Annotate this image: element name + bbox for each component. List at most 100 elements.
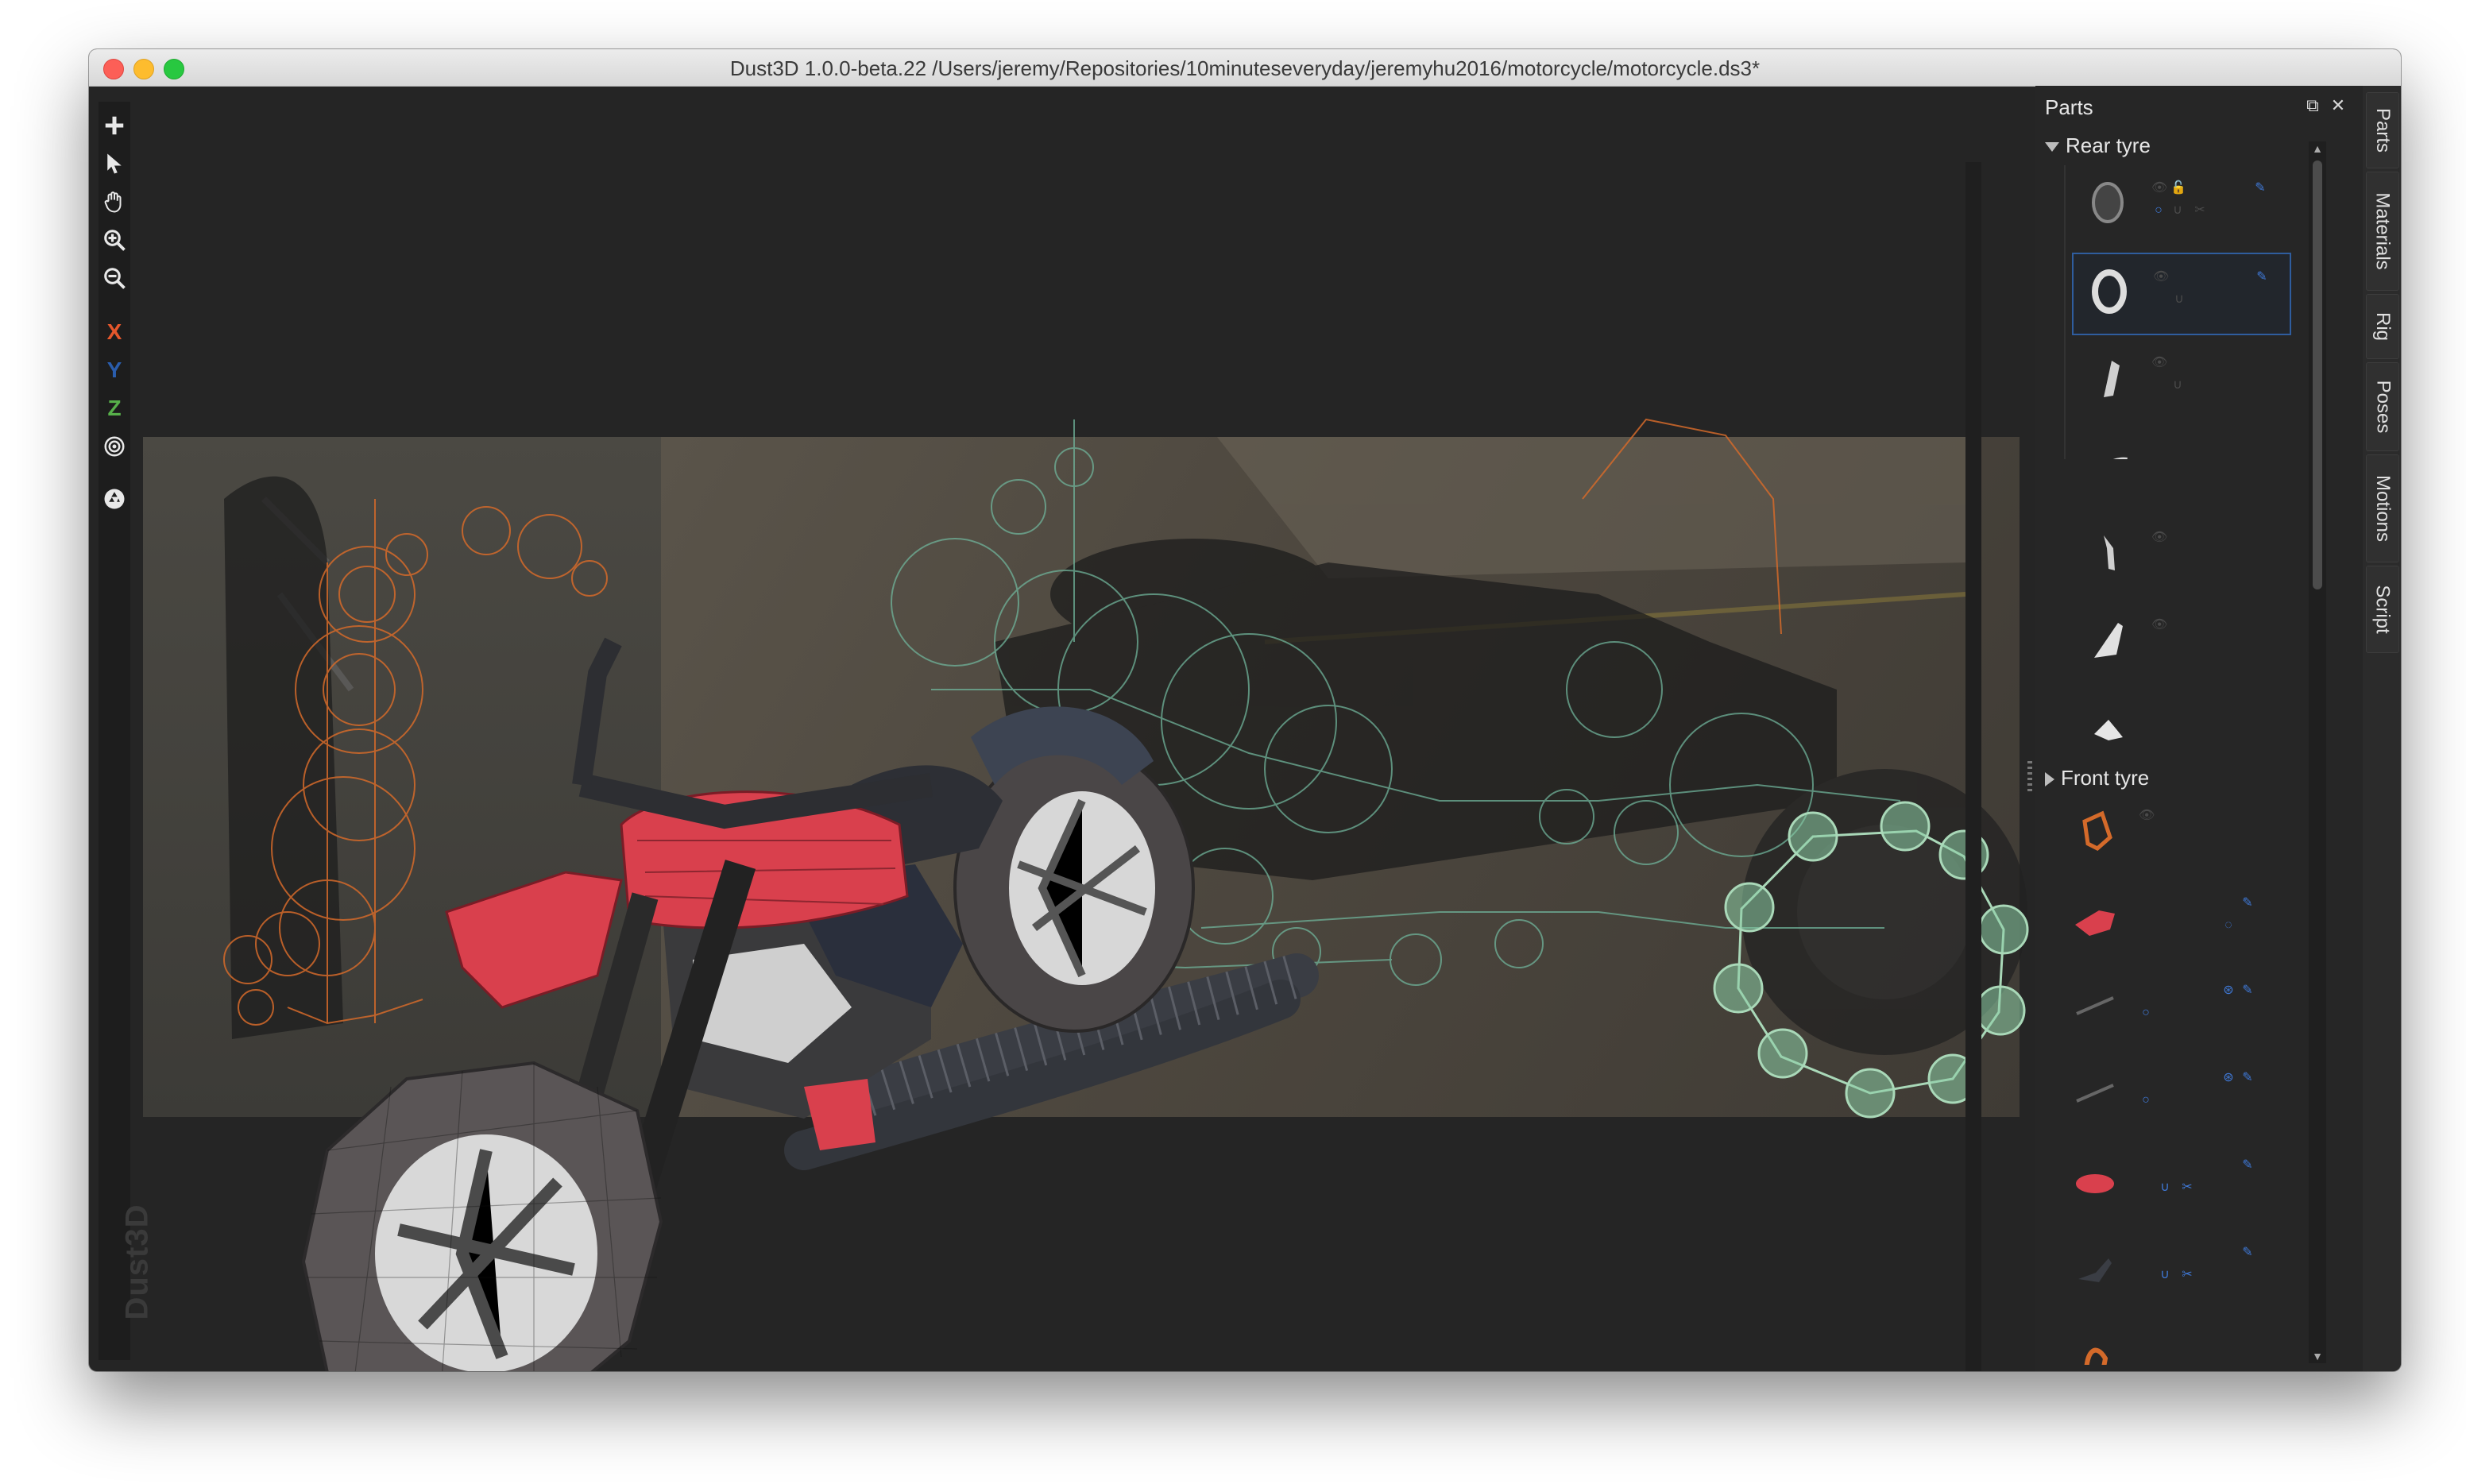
mirror-icon[interactable]: ∪ bbox=[2172, 292, 2186, 307]
part-thumbnail bbox=[2104, 535, 2115, 570]
app-watermark: Dust3D bbox=[119, 1204, 155, 1320]
part-row[interactable]: ✎ ◌ bbox=[2059, 880, 2275, 960]
rounded-icon[interactable]: ○ bbox=[2139, 1006, 2153, 1020]
parts-scrollbar[interactable] bbox=[1965, 162, 1981, 1371]
color-pen-icon[interactable]: ✎ bbox=[2240, 984, 2255, 998]
z-axis-toggle[interactable]: Z bbox=[100, 394, 129, 423]
part-option-icons: 👁 bbox=[2151, 531, 2286, 578]
part-row[interactable]: 👁 bbox=[2072, 515, 2288, 594]
part-thumbnail bbox=[2076, 1174, 2114, 1193]
part-row[interactable] bbox=[2072, 690, 2288, 769]
part-row[interactable]: ✎ ∪ ✂ bbox=[2059, 1230, 2275, 1309]
part-thumbnail bbox=[2075, 910, 2115, 936]
subdivide-icon[interactable]: ✂ bbox=[2193, 203, 2207, 218]
visibility-icon[interactable]: 👁 bbox=[2151, 618, 2167, 632]
part-thumbnail bbox=[2092, 269, 2127, 314]
color-pen-icon[interactable]: ✎ bbox=[2240, 896, 2255, 910]
part-thumbnail bbox=[2076, 1084, 2114, 1103]
rounded-icon[interactable]: ◌ bbox=[2221, 918, 2236, 933]
mirror-icon[interactable]: ∪ bbox=[2170, 203, 2185, 218]
panel-title: Parts bbox=[2045, 95, 2093, 119]
expand-arrow-icon[interactable] bbox=[2045, 142, 2059, 153]
part-option-icons: 👁 🔓 ✎ ○ ∪ ✂ bbox=[2151, 181, 2286, 229]
select-icon[interactable] bbox=[100, 149, 129, 178]
x-axis-toggle[interactable]: X bbox=[100, 318, 129, 346]
3d-viewport[interactable] bbox=[89, 86, 2035, 1371]
recycle-icon[interactable] bbox=[100, 485, 129, 513]
part-thumbnail bbox=[2104, 361, 2120, 397]
collapse-arrow-icon[interactable] bbox=[2045, 772, 2054, 787]
motorcycle-model[interactable] bbox=[89, 86, 2035, 1371]
part-row[interactable]: 👁 ∪ bbox=[2072, 340, 2288, 419]
part-thumbnail bbox=[2094, 720, 2123, 740]
visibility-icon[interactable]: 👁 bbox=[2151, 181, 2167, 195]
mirror-icon[interactable]: ∪ bbox=[2158, 1181, 2172, 1195]
part-option-icons: ✎ ◌ bbox=[2139, 896, 2274, 944]
tab-poses[interactable]: Poses bbox=[2366, 362, 2399, 451]
panel-splitter-handle[interactable] bbox=[2027, 761, 2032, 793]
tree-guide-line bbox=[2064, 165, 2066, 459]
zoom-in-icon[interactable] bbox=[100, 226, 129, 254]
tab-motions[interactable]: Motions bbox=[2366, 454, 2399, 562]
part-row[interactable] bbox=[2072, 427, 2288, 459]
mirror-icon[interactable]: ∪ bbox=[2158, 1268, 2172, 1282]
part-option-icons: ✎ ∪ ✂ bbox=[2139, 1246, 2274, 1293]
part-row[interactable]: ✎ ∪ ✂ bbox=[2059, 1142, 2275, 1222]
part-thumbnail bbox=[2082, 810, 2112, 851]
float-panel-icon[interactable]: ⧉ bbox=[2304, 97, 2321, 114]
color-pen-icon[interactable]: ✎ bbox=[2240, 1158, 2255, 1173]
tab-script[interactable]: Script bbox=[2366, 566, 2399, 653]
scroll-up-arrow-icon[interactable]: ▲ bbox=[2311, 141, 2324, 156]
add-icon[interactable] bbox=[100, 111, 129, 140]
scrollbar-thumb[interactable] bbox=[2313, 160, 2322, 589]
mesh-icon[interactable]: ⊛ bbox=[2221, 1071, 2236, 1085]
rounded-icon[interactable]: ○ bbox=[2151, 203, 2166, 218]
part-row[interactable]: ⊛ ✎ ○ bbox=[2059, 1055, 2275, 1134]
close-panel-icon[interactable]: ✕ bbox=[2329, 97, 2347, 114]
part-option-icons: 👁 ✎ ∪ bbox=[2153, 270, 2288, 318]
app-window: Dust3D 1.0.0-beta.22 /Users/jeremy/Repos… bbox=[89, 49, 2401, 1371]
subdivide-icon[interactable]: ✂ bbox=[2180, 1181, 2194, 1195]
part-row[interactable]: 👁 bbox=[2059, 793, 2275, 872]
visibility-icon[interactable]: 👁 bbox=[2139, 809, 2155, 823]
part-row-selected[interactable]: 👁 ✎ ∪ bbox=[2072, 253, 2291, 335]
parts-list-scrollbar[interactable]: ▲ ▼ bbox=[2309, 141, 2326, 1363]
subdivide-icon[interactable]: ✂ bbox=[2180, 1268, 2194, 1282]
color-pen-icon[interactable]: ✎ bbox=[2255, 270, 2269, 284]
part-row[interactable]: 👁 bbox=[2072, 602, 2288, 682]
side-tab-bar: Parts Materials Rig Poses Motions Script bbox=[2363, 86, 2401, 1371]
title-bar: Dust3D 1.0.0-beta.22 /Users/jeremy/Repos… bbox=[89, 49, 2401, 87]
part-row[interactable]: 👁 🔓 ✎ ○ ∪ ✂ bbox=[2072, 165, 2288, 245]
part-row[interactable]: ⊛ ✎ ○ bbox=[2059, 968, 2275, 1047]
left-toolbar: X Y Z Dust3D bbox=[99, 102, 155, 1360]
visibility-icon[interactable]: 👁 bbox=[2153, 270, 2169, 284]
mesh-icon[interactable]: ⊛ bbox=[2221, 984, 2236, 998]
mirror-icon[interactable]: ∪ bbox=[2170, 378, 2185, 392]
rounded-icon[interactable]: ○ bbox=[2139, 1093, 2153, 1107]
part-option-icons: 👁 bbox=[2139, 809, 2274, 856]
radius-target-icon[interactable] bbox=[100, 432, 129, 461]
part-thumbnail bbox=[2092, 182, 2124, 223]
part-thumbnail bbox=[2078, 1258, 2112, 1282]
part-row[interactable] bbox=[2059, 1317, 2275, 1365]
drag-hand-icon[interactable] bbox=[100, 187, 129, 216]
zoom-out-icon[interactable] bbox=[100, 264, 129, 292]
color-pen-icon[interactable]: ✎ bbox=[2240, 1246, 2255, 1260]
tab-materials[interactable]: Materials bbox=[2366, 172, 2399, 291]
visibility-icon[interactable]: 👁 bbox=[2151, 531, 2167, 545]
color-pen-icon[interactable]: ✎ bbox=[2253, 181, 2267, 195]
scroll-down-arrow-icon[interactable]: ▼ bbox=[2311, 1349, 2324, 1363]
part-thumbnail bbox=[2084, 1347, 2108, 1365]
part-option-icons: 👁 ∪ bbox=[2151, 356, 2286, 404]
part-group-header[interactable]: Front tyre bbox=[2045, 766, 2149, 790]
part-group-header[interactable]: Rear tyre bbox=[2045, 133, 2151, 158]
y-axis-toggle[interactable]: Y bbox=[100, 356, 129, 385]
window-title: Dust3D 1.0.0-beta.22 /Users/jeremy/Repos… bbox=[729, 56, 1761, 80]
tab-parts[interactable]: Parts bbox=[2366, 92, 2399, 168]
part-option-icons: ⊛ ✎ ○ bbox=[2139, 1071, 2274, 1119]
lock-icon[interactable]: 🔓 bbox=[2170, 181, 2186, 195]
part-option-icons: 👁 bbox=[2151, 618, 2286, 666]
tab-rig[interactable]: Rig bbox=[2366, 294, 2399, 359]
visibility-icon[interactable]: 👁 bbox=[2151, 356, 2167, 370]
color-pen-icon[interactable]: ✎ bbox=[2240, 1071, 2255, 1085]
